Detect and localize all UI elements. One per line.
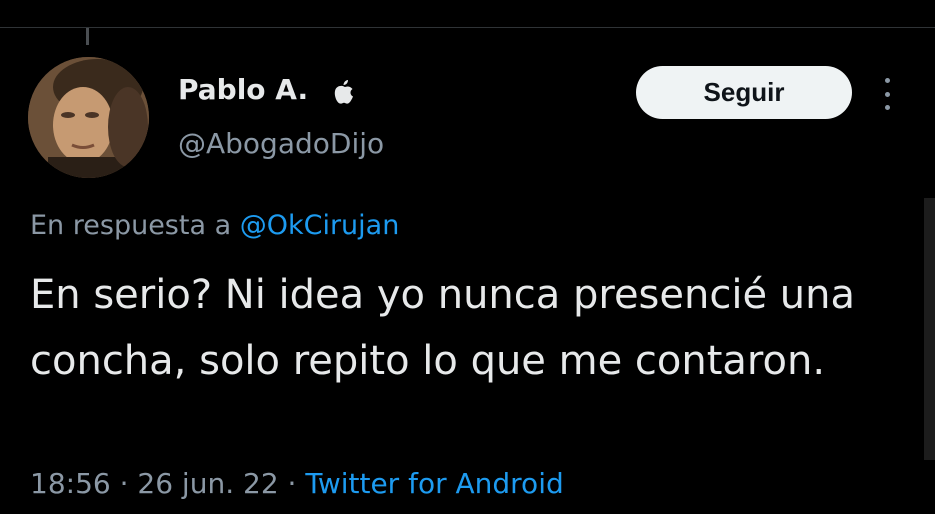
more-dot xyxy=(884,78,890,83)
tweet-source-link[interactable]: Twitter for Android xyxy=(305,467,563,500)
scrollbar[interactable] xyxy=(924,198,935,460)
thread-connector-line xyxy=(86,28,89,45)
tweet-time[interactable]: 18:56 xyxy=(30,467,111,500)
avatar-photo xyxy=(28,57,149,178)
more-dot xyxy=(884,91,890,97)
follow-button[interactable]: Seguir xyxy=(636,66,852,119)
apple-icon xyxy=(334,80,353,104)
meta-separator: · xyxy=(110,467,138,500)
tweet-meta: 18:56 · 26 jun. 22 · Twitter for Android xyxy=(30,467,564,500)
more-options-icon[interactable] xyxy=(880,78,894,110)
reply-mention-link[interactable]: @OkCirujan xyxy=(240,210,400,241)
meta-separator: · xyxy=(278,467,306,500)
avatar[interactable] xyxy=(28,57,149,178)
top-divider xyxy=(0,27,935,28)
tweet-date[interactable]: 26 jun. 22 xyxy=(137,467,278,500)
author-handle[interactable]: @AbogadoDijo xyxy=(178,127,384,160)
reply-prefix: En respuesta a xyxy=(30,210,240,241)
author-display-name[interactable]: Pablo A. xyxy=(178,73,308,106)
reply-context: En respuesta a @OkCirujan xyxy=(30,210,399,241)
more-dot xyxy=(884,105,890,110)
tweet-text: En serio? Ni idea yo nunca presencié una… xyxy=(30,272,855,384)
